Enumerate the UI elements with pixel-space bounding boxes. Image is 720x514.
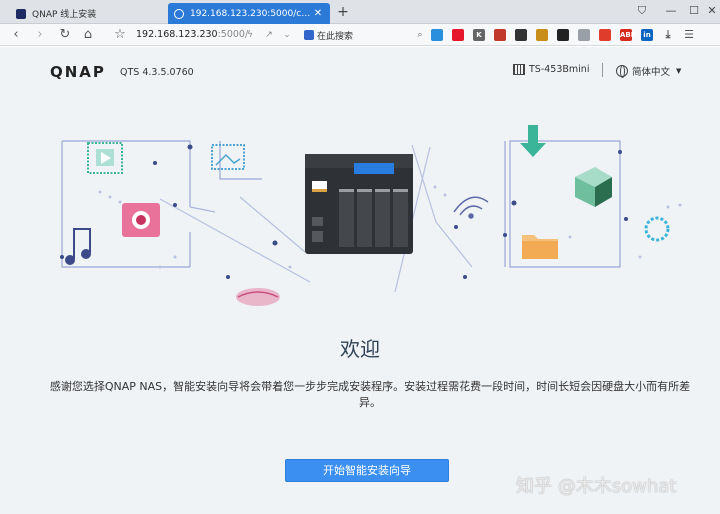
browser-address-bar: ‹ › ↻ ⌂ ☆ 192.168.123.230:5000/ ϟ ↗ ⌄ 在此… <box>0 24 720 46</box>
cube-icon <box>575 167 612 207</box>
url-host: 192.168.123.230 <box>136 29 218 40</box>
forward-button[interactable]: › <box>32 26 48 44</box>
abp-icon[interactable]: ABP <box>620 29 636 41</box>
header-divider <box>602 63 603 77</box>
card-ext-icon[interactable] <box>578 29 590 41</box>
tab-active-page[interactable]: 192.168.123.230:5000/cgi-bin/qu ✕ <box>168 3 330 24</box>
nas-model: TS-453Bmini <box>513 64 589 75</box>
qnap-favicon-icon <box>16 8 26 19</box>
camera-icon <box>122 203 160 237</box>
url-dropdown-icon[interactable]: ⌄ <box>280 27 294 43</box>
globe-icon <box>616 65 628 78</box>
globe-favicon-icon <box>174 8 184 19</box>
tab-qnap-install[interactable]: QNAP 线上安装 <box>10 3 160 24</box>
nas-model-label: TS-453Bmini <box>529 64 590 75</box>
qnap-logo: QNAP <box>50 63 106 81</box>
search-engine-icon <box>304 30 314 40</box>
share-icon[interactable]: ↗ <box>262 27 276 43</box>
welcome-heading: 欢迎 <box>340 337 380 361</box>
maximize-button[interactable]: ☐ <box>686 2 702 20</box>
weibo-icon[interactable] <box>452 29 464 41</box>
sync-icon <box>644 216 670 242</box>
close-window-button[interactable]: ✕ <box>704 2 720 20</box>
tab-title: 192.168.123.230:5000/cgi-bin/qu <box>190 8 312 19</box>
language-selector[interactable]: 简体中文 ▼ <box>616 64 681 78</box>
reload-button[interactable]: ↻ <box>57 26 73 44</box>
kite-icon[interactable] <box>431 29 443 41</box>
shirt-icon[interactable]: ⛉ <box>634 2 650 20</box>
search-placeholder: 在此搜索 <box>317 31 354 42</box>
music-icon <box>65 228 91 265</box>
red-ext-icon[interactable] <box>494 29 506 41</box>
back-button[interactable]: ‹ <box>8 26 24 44</box>
shield-ext-icon[interactable] <box>515 29 527 41</box>
minimize-button[interactable]: — <box>663 2 679 20</box>
lightning-icon[interactable]: ϟ <box>243 27 257 43</box>
tab-close-icon[interactable]: ✕ <box>312 8 324 19</box>
folder-icon <box>522 235 558 259</box>
browser-tab-bar: QNAP 线上安装 192.168.123.230:5000/cgi-bin/q… <box>0 0 720 24</box>
wifi-icon <box>453 196 489 219</box>
caret-down-icon: ▼ <box>676 67 682 75</box>
nas-device-icon <box>305 154 413 254</box>
cloud-icon <box>236 288 280 306</box>
search-icon[interactable]: ⌕ <box>413 27 427 43</box>
home-button[interactable]: ⌂ <box>80 26 96 44</box>
qnap-installer-page: QNAP QTS 4.3.5.0760 TS-453Bmini 简体中文 ▼ 欢… <box>0 47 720 514</box>
language-label: 简体中文 <box>632 67 671 78</box>
start-wizard-button[interactable]: 开始智能安装向导 <box>285 459 449 482</box>
photo-icon <box>211 144 245 170</box>
nas-illustration <box>60 125 682 306</box>
tab-title: QNAP 线上安装 <box>32 10 97 20</box>
apple-ext-icon[interactable] <box>599 29 611 41</box>
video-icon <box>87 142 123 174</box>
bear-ext-icon[interactable] <box>557 29 569 41</box>
k-icon[interactable]: K <box>473 29 485 41</box>
menu-icon[interactable]: ☰ <box>683 29 695 41</box>
linkedin-icon[interactable]: in <box>641 29 653 41</box>
bookmark-star-icon[interactable]: ☆ <box>112 26 128 44</box>
nas-icon <box>513 64 525 75</box>
firmware-version: QTS 4.3.5.0760 <box>120 67 194 78</box>
url-field[interactable]: 192.168.123.230:5000/ <box>136 27 248 43</box>
welcome-description: 感谢您选择QNAP NAS，智能安装向导将会带着您一步步完成安装程序。安装过程需… <box>49 380 691 409</box>
search-box[interactable]: 在此搜索 <box>304 27 404 43</box>
download-icon[interactable]: ⤓ <box>662 29 674 41</box>
new-tab-button[interactable]: + <box>335 3 351 21</box>
zhihu-watermark: 知乎 @木木sowhat <box>516 476 677 497</box>
bird-ext-icon[interactable] <box>536 29 548 41</box>
